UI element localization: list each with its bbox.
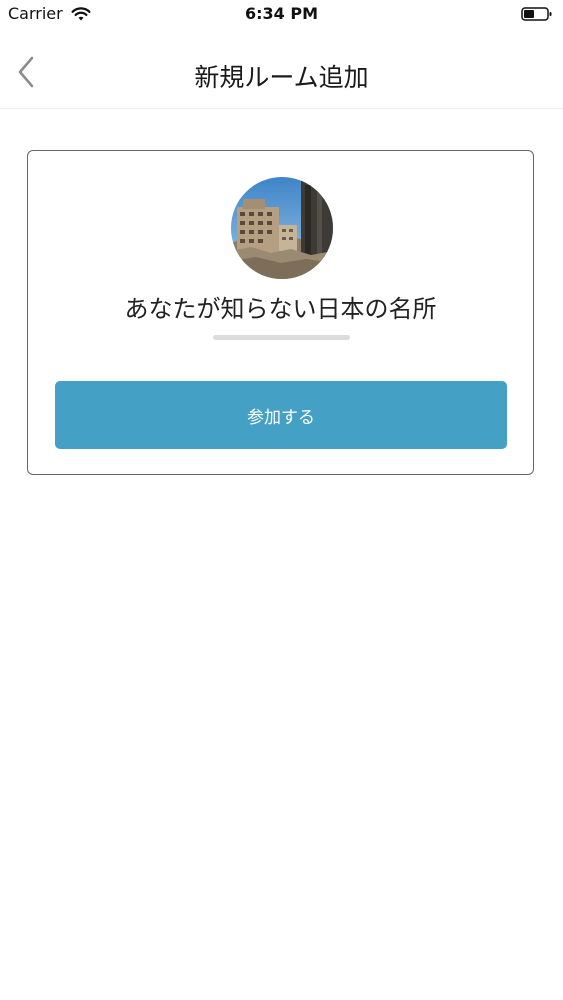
- join-button[interactable]: 参加する: [55, 381, 507, 449]
- room-name: あなたが知らない日本の名所: [124, 295, 437, 323]
- page-title: 新規ルーム追加: [194, 63, 369, 92]
- room-card: あなたが知らない日本の名所 参加する: [27, 150, 534, 475]
- room-avatar: [231, 177, 333, 279]
- loading-bar: [213, 335, 350, 340]
- status-time: 6:34 PM: [244, 4, 318, 23]
- navigation-bar: 新規ルーム追加: [0, 40, 563, 109]
- battery-icon: [521, 7, 552, 21]
- status-bar: Carrier 6:34 PM: [0, 0, 563, 30]
- room-photo: [231, 177, 333, 279]
